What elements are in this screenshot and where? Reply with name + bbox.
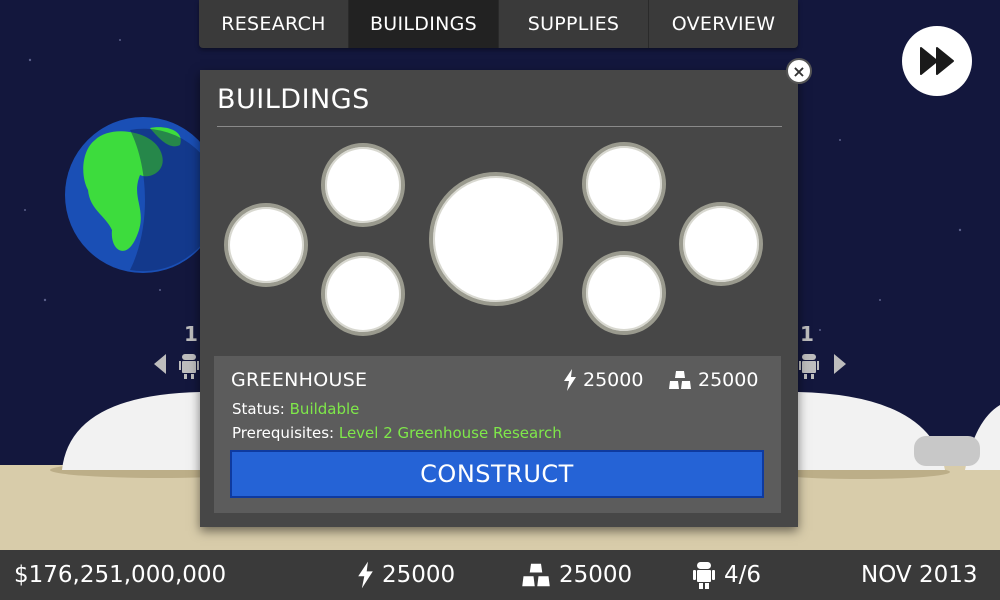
date-value: NOV 2013 (861, 562, 978, 588)
status-value: Buildable (289, 400, 360, 418)
arrow-left-button[interactable] (148, 348, 170, 378)
building-slot-2[interactable] (321, 143, 405, 227)
tab-overview[interactable]: OVERVIEW (649, 0, 798, 48)
building-slot-3[interactable] (321, 252, 405, 336)
construct-button[interactable]: CONSTRUCT (230, 450, 764, 498)
building-info-panel: GREENHOUSE 25000 25000 Status: Buildable… (214, 356, 781, 513)
robots-value: 4/6 (724, 562, 762, 588)
lightning-icon (564, 369, 576, 391)
buildings-modal: BUILDINGS GREENHOUSE 25000 25000 Status:… (200, 70, 798, 527)
robot-icon (179, 354, 199, 379)
right-counter: 1 (800, 322, 814, 346)
building-name: GREENHOUSE (231, 369, 368, 391)
modal-title: BUILDINGS (217, 84, 370, 115)
metal-cost-value: 25000 (698, 369, 759, 391)
building-slot-6[interactable] (679, 202, 763, 286)
status-line: Status: Buildable (232, 400, 359, 418)
title-divider (217, 126, 782, 127)
robot-icon (799, 354, 819, 379)
energy-cost-value: 25000 (583, 369, 644, 391)
earth-planet (65, 117, 221, 273)
money-display: $176,251,000,000 (14, 550, 226, 600)
robot-icon (693, 562, 715, 589)
tab-research[interactable]: RESEARCH (199, 0, 349, 48)
energy-value: 25000 (382, 562, 456, 588)
fast-forward-button[interactable] (902, 26, 972, 96)
arrow-right-button[interactable] (830, 348, 852, 378)
energy-display: 25000 (357, 550, 455, 600)
building-slot-5[interactable] (582, 251, 666, 335)
tab-buildings[interactable]: BUILDINGS (349, 0, 499, 48)
prerequisites-value: Level 2 Greenhouse Research (338, 424, 562, 442)
energy-cost: 25000 (563, 369, 643, 391)
money-value: $176,251,000,000 (14, 562, 227, 588)
date-display: NOV 2013 (861, 550, 977, 600)
fast-forward-icon (920, 47, 954, 75)
building-slot-4[interactable] (582, 142, 666, 226)
building-slot-center[interactable] (429, 172, 563, 306)
close-button[interactable]: × (786, 58, 812, 84)
left-counter: 1 (184, 322, 198, 346)
metal-value: 25000 (559, 562, 633, 588)
close-icon: × (792, 61, 806, 81)
robots-display: 4/6 (692, 550, 761, 600)
metal-cost: 25000 (668, 369, 758, 391)
tank-structure (914, 436, 980, 466)
resource-bar: $176,251,000,000 25000 25000 4/6 NOV 201… (0, 550, 1000, 600)
building-slot-1[interactable] (224, 203, 308, 287)
prerequisites-line: Prerequisites: Level 2 Greenhouse Resear… (232, 424, 562, 442)
lightning-icon (358, 561, 373, 589)
tab-supplies[interactable]: SUPPLIES (499, 0, 649, 48)
prerequisites-label: Prerequisites: (232, 424, 335, 442)
metal-bars-icon (669, 371, 691, 389)
metal-bars-icon (522, 563, 550, 587)
status-label: Status: (232, 400, 285, 418)
metal-display: 25000 (521, 550, 632, 600)
main-tabs: RESEARCH BUILDINGS SUPPLIES OVERVIEW (199, 0, 798, 48)
